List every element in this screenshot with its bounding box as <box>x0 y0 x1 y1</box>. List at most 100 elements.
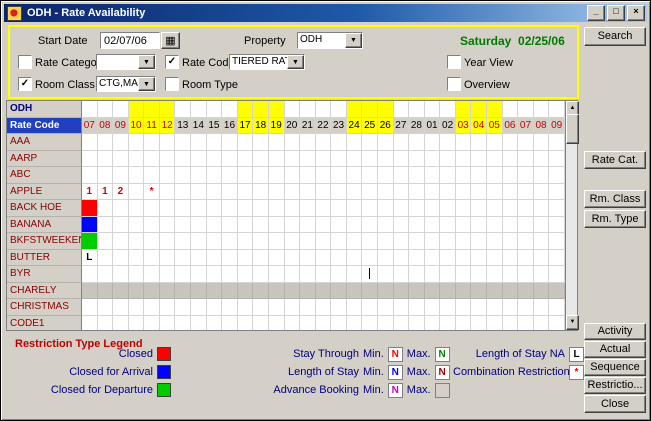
grid-cell[interactable] <box>316 266 332 283</box>
grid-cell[interactable] <box>222 233 238 250</box>
grid-cell[interactable] <box>409 233 425 250</box>
grid-cell[interactable] <box>503 151 519 168</box>
grid-cell[interactable] <box>98 134 114 151</box>
grid-cell[interactable] <box>160 217 176 234</box>
grid-cell[interactable] <box>487 299 503 316</box>
grid-cell[interactable] <box>456 151 472 168</box>
grid-cell[interactable] <box>503 233 519 250</box>
grid-cell[interactable] <box>487 167 503 184</box>
grid-cell[interactable] <box>269 233 285 250</box>
grid-cell[interactable] <box>175 250 191 267</box>
rate-code-row-label[interactable]: CHARELY <box>7 283 82 300</box>
actual-button[interactable]: Actual <box>584 341 646 358</box>
grid-cell[interactable] <box>160 200 176 217</box>
grid-cell[interactable] <box>316 233 332 250</box>
grid-cell[interactable] <box>222 299 238 316</box>
grid-cell[interactable] <box>269 250 285 267</box>
grid-cell[interactable] <box>331 283 347 300</box>
chevron-down-icon[interactable]: ▼ <box>138 77 155 91</box>
grid-cell[interactable] <box>347 233 363 250</box>
grid-cell[interactable] <box>487 184 503 201</box>
grid-cell[interactable] <box>394 151 410 168</box>
grid-cell[interactable] <box>253 217 269 234</box>
grid-cell[interactable] <box>285 316 301 332</box>
grid-cell[interactable] <box>409 101 425 118</box>
grid-cell[interactable] <box>487 217 503 234</box>
vertical-scrollbar[interactable]: ▲ ▼ <box>565 100 578 331</box>
grid-cell[interactable] <box>207 250 223 267</box>
grid-cell[interactable] <box>362 250 378 267</box>
grid-cell[interactable] <box>440 299 456 316</box>
grid-cell[interactable] <box>425 233 441 250</box>
grid-cell[interactable] <box>394 167 410 184</box>
grid-cell[interactable] <box>82 316 98 332</box>
date-header-cell[interactable]: 17 <box>238 118 254 135</box>
grid-cell[interactable] <box>222 184 238 201</box>
grid-cell[interactable] <box>316 250 332 267</box>
grid-cell[interactable] <box>175 233 191 250</box>
grid-cell[interactable] <box>394 266 410 283</box>
grid-cell[interactable] <box>487 283 503 300</box>
date-header-cell[interactable]: 08 <box>98 118 114 135</box>
date-header-cell[interactable]: 16 <box>222 118 238 135</box>
grid-cell[interactable] <box>362 134 378 151</box>
grid-cell[interactable] <box>269 217 285 234</box>
date-header-cell[interactable]: 05 <box>487 118 503 135</box>
grid-cell[interactable] <box>440 250 456 267</box>
grid-cell[interactable] <box>253 316 269 332</box>
grid-cell[interactable] <box>549 167 565 184</box>
grid-cell[interactable] <box>113 151 129 168</box>
grid-cell[interactable] <box>549 250 565 267</box>
grid-cell[interactable] <box>129 134 145 151</box>
grid-cell[interactable] <box>175 316 191 332</box>
date-header-cell[interactable]: 13 <box>175 118 191 135</box>
date-header-cell[interactable]: 22 <box>316 118 332 135</box>
grid-cell[interactable] <box>144 250 160 267</box>
date-header-cell[interactable]: 03 <box>456 118 472 135</box>
grid-cell[interactable] <box>207 217 223 234</box>
grid-cell[interactable] <box>129 184 145 201</box>
grid-cell[interactable] <box>82 167 98 184</box>
grid-cell[interactable] <box>207 283 223 300</box>
grid-cell[interactable] <box>394 316 410 332</box>
grid-cell[interactable] <box>409 167 425 184</box>
grid-cell[interactable] <box>98 299 114 316</box>
property-row-label[interactable]: ODH <box>7 101 82 118</box>
grid-cell[interactable] <box>129 233 145 250</box>
grid-cell[interactable] <box>300 217 316 234</box>
grid-cell[interactable] <box>222 134 238 151</box>
grid-cell[interactable] <box>456 217 472 234</box>
grid-cell[interactable] <box>549 134 565 151</box>
rate-code-row-label[interactable]: BKFSTWEEKEND <box>7 233 82 250</box>
grid-cell[interactable] <box>331 200 347 217</box>
grid-cell[interactable] <box>503 299 519 316</box>
grid-cell[interactable] <box>129 299 145 316</box>
grid-cell[interactable]: 1 <box>98 184 114 201</box>
grid-cell[interactable] <box>144 266 160 283</box>
grid-cell[interactable] <box>456 184 472 201</box>
grid-cell[interactable] <box>269 167 285 184</box>
grid-cell[interactable] <box>113 134 129 151</box>
grid-cell[interactable] <box>362 217 378 234</box>
rate-code-row-label[interactable]: AARP <box>7 151 82 168</box>
grid-cell[interactable] <box>487 316 503 332</box>
grid-cell[interactable] <box>534 134 550 151</box>
grid-cell[interactable] <box>456 134 472 151</box>
grid-cell[interactable] <box>285 299 301 316</box>
grid-cell[interactable] <box>129 101 145 118</box>
grid-cell[interactable] <box>425 299 441 316</box>
grid-cell[interactable] <box>222 266 238 283</box>
grid-cell[interactable] <box>253 134 269 151</box>
grid-cell[interactable] <box>440 233 456 250</box>
grid-cell[interactable] <box>347 266 363 283</box>
grid-cell[interactable] <box>98 151 114 168</box>
grid-cell[interactable] <box>331 266 347 283</box>
grid-cell[interactable] <box>440 184 456 201</box>
grid-cell[interactable] <box>191 101 207 118</box>
grid-cell[interactable] <box>471 101 487 118</box>
grid-cell[interactable] <box>238 299 254 316</box>
maximize-button[interactable]: □ <box>607 5 625 21</box>
grid-cell[interactable] <box>98 167 114 184</box>
date-header-cell[interactable]: 26 <box>378 118 394 135</box>
grid-cell[interactable] <box>253 299 269 316</box>
